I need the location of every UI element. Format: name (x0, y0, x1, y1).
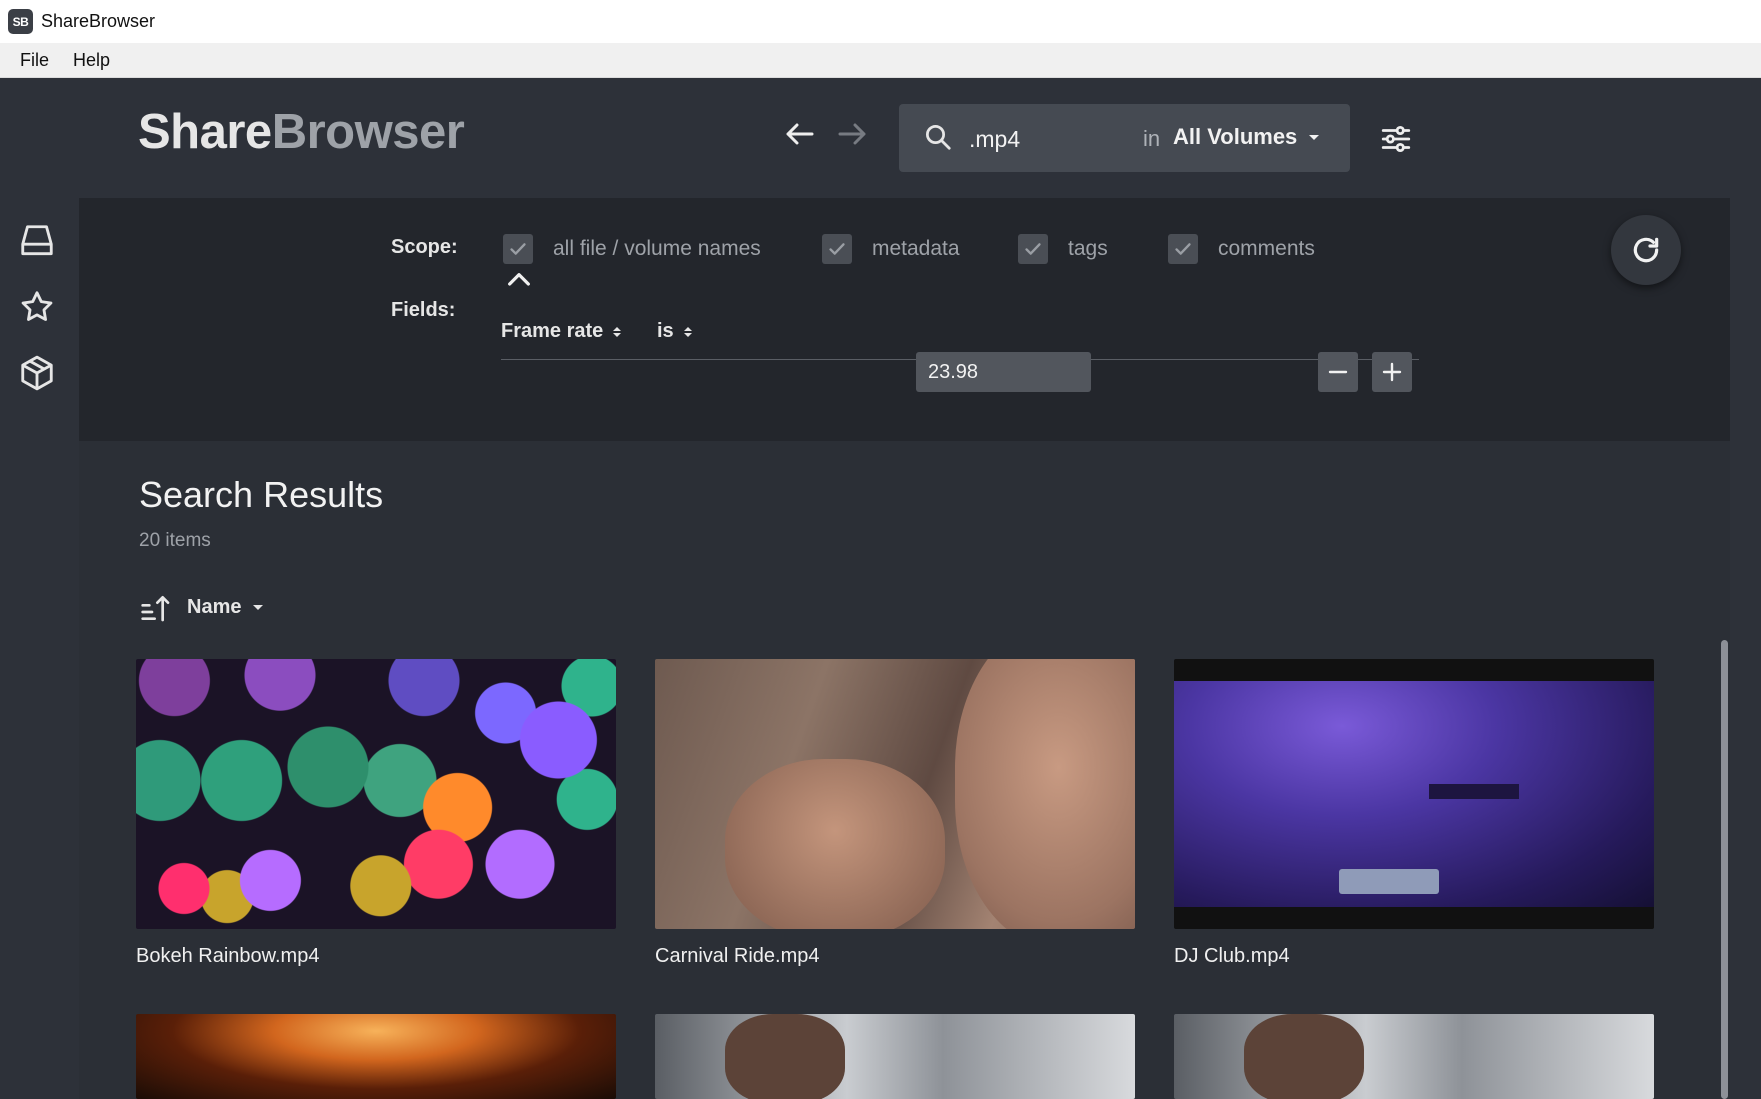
sort-updown-icon (613, 326, 622, 337)
scope-option-label: tags (1068, 237, 1108, 260)
result-filename: Bokeh Rainbow.mp4 (136, 945, 320, 967)
result-card[interactable]: Carnival Ride.mp4 (655, 659, 1135, 968)
scrollbar-thumb[interactable] (1721, 640, 1728, 1099)
result-card[interactable]: DJ Club.mp4 (1174, 659, 1654, 968)
check-icon (510, 243, 526, 255)
sidebar (0, 198, 79, 1099)
scope-option-label: metadata (872, 237, 960, 260)
filter-panel: Scope: all file / volume names metadata … (79, 198, 1731, 441)
result-filename: DJ Club.mp4 (1174, 945, 1290, 967)
app-header: ShareBrowser .mp4 in All Volumes (0, 78, 1761, 198)
results-count: 20 items (139, 530, 211, 551)
operator-select[interactable]: is (657, 320, 692, 343)
volumes-icon[interactable] (18, 222, 56, 260)
search-box[interactable]: .mp4 in All Volumes (899, 104, 1350, 172)
result-card[interactable] (655, 1014, 1135, 1099)
back-arrow-icon[interactable] (782, 116, 818, 152)
operator-value: is (657, 320, 674, 342)
video-thumbnail[interactable] (655, 1014, 1135, 1099)
video-thumbnail[interactable] (136, 659, 616, 929)
checkbox-metadata[interactable] (822, 234, 852, 264)
field-value-input[interactable] (916, 352, 1091, 392)
search-icon (923, 122, 953, 152)
chevron-down-icon (1309, 134, 1320, 140)
scrollbar-track[interactable] (1730, 198, 1761, 1099)
chevron-up-icon[interactable] (503, 264, 535, 296)
menu-bar: File Help (0, 43, 1761, 78)
plus-icon (1382, 362, 1402, 382)
video-thumbnail[interactable] (655, 659, 1135, 929)
checkbox-tags[interactable] (1018, 234, 1048, 264)
search-in-label: in (1143, 126, 1161, 151)
scope-option-names[interactable]: all file / volume names (503, 234, 761, 264)
field-name-value: Frame rate (501, 320, 604, 342)
menu-file[interactable]: File (10, 50, 59, 71)
check-icon (1175, 243, 1191, 255)
menu-help[interactable]: Help (63, 50, 120, 71)
search-input[interactable]: .mp4 (969, 126, 1020, 153)
field-name-select[interactable]: Frame rate (501, 320, 622, 343)
logo-browser: Browser (271, 105, 465, 159)
scope-option-label: all file / volume names (553, 237, 761, 260)
video-thumbnail[interactable] (136, 1014, 616, 1099)
forward-arrow-icon[interactable] (834, 116, 870, 152)
logo-share: Share (138, 105, 272, 159)
scope-label: Scope: (391, 236, 458, 258)
sort-ascending-icon[interactable] (140, 592, 172, 624)
fields-label: Fields: (391, 299, 456, 321)
checkbox-comments[interactable] (1168, 234, 1198, 264)
minus-icon (1328, 370, 1348, 374)
window-title: ShareBrowser (41, 11, 156, 31)
sort-updown-icon (683, 326, 692, 337)
video-thumbnail[interactable] (1174, 1014, 1654, 1099)
window-titlebar: SB ShareBrowser (0, 0, 1761, 43)
result-filename: Carnival Ride.mp4 (655, 945, 820, 967)
chevron-down-icon (253, 605, 264, 610)
scope-option-tags[interactable]: tags (1018, 234, 1108, 264)
result-card[interactable] (1174, 1014, 1654, 1099)
check-icon (1025, 243, 1041, 255)
sort-field-select[interactable]: Name (187, 596, 264, 619)
checkbox-names[interactable] (503, 234, 533, 264)
scope-option-comments[interactable]: comments (1168, 234, 1315, 264)
results-title: Search Results (139, 474, 384, 515)
remove-condition-button[interactable] (1318, 352, 1358, 392)
app-icon: SB (8, 9, 33, 34)
refresh-icon (1633, 237, 1659, 263)
packages-icon[interactable] (18, 354, 56, 392)
favorites-icon[interactable] (18, 288, 56, 326)
volume-select-value: All Volumes (1173, 124, 1298, 149)
refresh-button[interactable] (1611, 215, 1681, 285)
scope-option-label: comments (1218, 237, 1315, 260)
check-icon (829, 243, 845, 255)
add-condition-button[interactable] (1372, 352, 1412, 392)
scope-option-metadata[interactable]: metadata (822, 234, 960, 264)
app-logo[interactable]: ShareBrowser (138, 105, 465, 159)
sliders-icon[interactable] (1379, 122, 1413, 156)
result-card[interactable] (136, 1014, 616, 1099)
sort-field-value: Name (187, 596, 242, 618)
video-thumbnail[interactable] (1174, 659, 1654, 929)
volume-select[interactable]: All Volumes (1173, 124, 1320, 150)
result-card[interactable]: Bokeh Rainbow.mp4 (136, 659, 616, 968)
